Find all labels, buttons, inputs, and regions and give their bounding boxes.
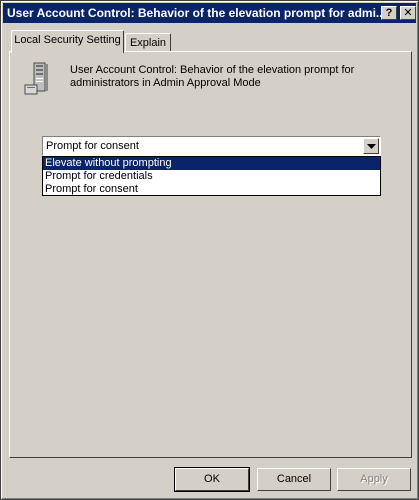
setting-dropdown[interactable]: Prompt for consent <box>42 136 381 156</box>
dropdown-list: Elevate without prompting Prompt for cre… <box>42 156 381 196</box>
close-button[interactable]: ✕ <box>400 6 416 20</box>
dropdown-selected-value: Prompt for consent <box>46 140 139 152</box>
tab-explain[interactable]: Explain <box>125 33 171 53</box>
apply-button[interactable]: Apply <box>337 468 411 491</box>
tab-panel <box>9 51 412 458</box>
title-bar[interactable]: User Account Control: Behavior of the el… <box>3 3 416 23</box>
help-button[interactable]: ? <box>381 6 397 20</box>
dialog-window: User Account Control: Behavior of the el… <box>0 0 419 500</box>
dropdown-option-prompt-for-credentials[interactable]: Prompt for credentials <box>43 170 380 183</box>
dropdown-option-elevate-without-prompting[interactable]: Elevate without prompting <box>43 157 380 170</box>
dropdown-option-prompt-for-consent[interactable]: Prompt for consent <box>43 183 380 196</box>
window-title: User Account Control: Behavior of the el… <box>7 6 386 20</box>
tab-local-security-setting[interactable]: Local Security Setting <box>11 30 124 53</box>
chevron-down-icon <box>367 144 376 149</box>
server-computer-icon <box>21 61 57 95</box>
cancel-button[interactable]: Cancel <box>257 468 331 491</box>
policy-description: User Account Control: Behavior of the el… <box>70 64 355 89</box>
dropdown-arrow-button[interactable] <box>363 138 379 154</box>
ok-button[interactable]: OK <box>174 467 250 492</box>
